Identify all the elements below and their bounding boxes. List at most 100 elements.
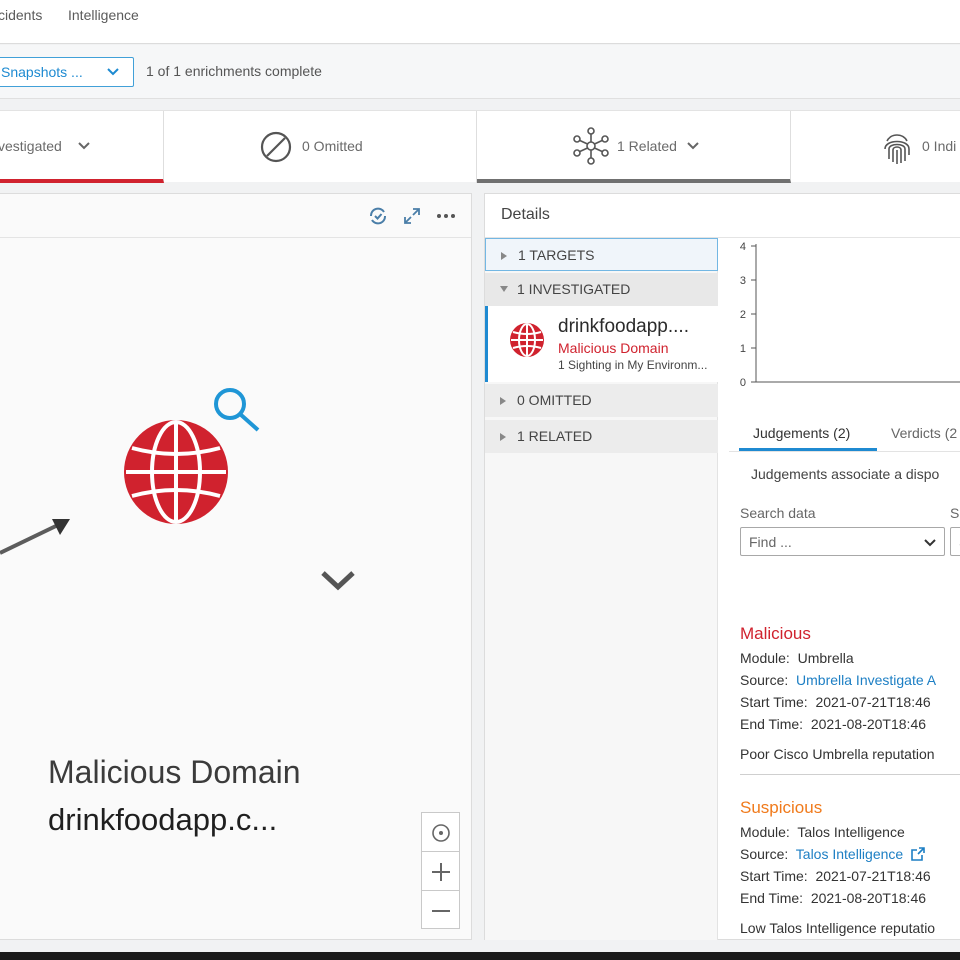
zoom-in-button[interactable] — [422, 852, 459, 891]
observable-name: drinkfoodapp.... — [558, 316, 689, 337]
chart-y-tick-label: 4 — [740, 241, 746, 253]
verdict-label: Malicious — [740, 624, 811, 643]
chart-y-tick-label: 2 — [740, 309, 746, 321]
nav-link-incidents[interactable]: cidents — [0, 7, 42, 23]
plus-icon — [432, 863, 450, 881]
caret-down-icon — [500, 286, 508, 292]
observable-sightings: 1 Sighting in My Environm... — [558, 358, 708, 372]
tree-row-investigated[interactable]: 1 INVESTIGATED — [485, 273, 718, 306]
chart-y-tick-label: 1 — [740, 343, 746, 355]
tab-omitted-label: 0 Omitted — [302, 138, 363, 154]
graph-panel: Malicious Domain drinkfoodapp.c... — [0, 193, 472, 940]
find-placeholder: Find ... — [749, 534, 792, 550]
module-value: Umbrella — [797, 650, 854, 666]
source-label: Source: — [740, 846, 789, 862]
chevron-down-icon — [924, 539, 936, 547]
minus-icon — [432, 910, 450, 912]
module-line: Module: Umbrella — [740, 650, 960, 666]
node-type-label: Malicious Domain — [48, 754, 301, 790]
search-data-label: Search data — [740, 505, 816, 521]
end-time-line: End Time: 2021-08-20T18:46 — [740, 890, 960, 906]
investigation-toolbar: Snapshots ... 1 of 1 enrichments complet… — [0, 45, 960, 99]
zoom-controls — [421, 812, 460, 929]
start-time-line: Start Time: 2021-07-21T18:46 — [740, 694, 960, 710]
start-label: Start Time: — [740, 868, 808, 884]
tree-row-related[interactable]: 1 RELATED — [485, 420, 718, 453]
start-time-line: Start Time: 2021-07-21T18:46 — [740, 868, 960, 884]
details-title: Details — [501, 206, 550, 223]
source-link[interactable]: Talos Intelligence — [796, 846, 903, 862]
snapshots-label: Snapshots ... — [1, 64, 83, 80]
tab-investigated[interactable]: vestigated — [0, 111, 164, 183]
end-value: 2021-08-20T18:46 — [810, 890, 927, 906]
globe-icon — [510, 323, 544, 357]
external-link-icon[interactable] — [911, 847, 925, 861]
expand-icon[interactable] — [402, 206, 422, 226]
tab-related[interactable]: 1 Related — [477, 111, 791, 183]
chevron-down-icon[interactable] — [320, 569, 356, 593]
target-icon — [432, 824, 450, 842]
details-panel: Details 1 TARGETS 1 INVESTIGATED drinkfo… — [484, 193, 960, 940]
source-label: Source: — [740, 672, 789, 688]
end-value: 2021-08-20T18:46 — [810, 716, 927, 732]
chevron-down-icon — [687, 142, 699, 150]
divider — [740, 774, 960, 775]
more-options-icon[interactable] — [436, 206, 456, 226]
end-time-line: End Time: 2021-08-20T18:46 — [740, 716, 960, 732]
tree-label: 0 OMITTED — [517, 392, 592, 408]
observable-type: Malicious Domain — [558, 340, 669, 356]
caret-right-icon — [501, 252, 507, 260]
chart-y-tick-label: 3 — [740, 275, 746, 287]
end-label: End Time: — [740, 890, 804, 906]
source-line: Source: Umbrella Investigate A — [740, 672, 960, 688]
zoom-reset-button[interactable] — [422, 813, 459, 852]
nav-link-intelligence[interactable]: Intelligence — [68, 7, 139, 23]
module-line: Module: Talos Intelligence — [740, 824, 960, 840]
end-label: End Time: — [740, 716, 804, 732]
secondary-dropdown[interactable]: S — [950, 527, 960, 556]
module-label: Module: — [740, 824, 790, 840]
details-header: Details — [485, 194, 960, 238]
chevron-down-icon — [107, 68, 119, 76]
details-subtabs: Judgements (2) Verdicts (2 — [729, 418, 960, 452]
observable-tree: 1 TARGETS 1 INVESTIGATED drinkfoodapp...… — [485, 238, 718, 940]
judgements-description: Judgements associate a dispo — [751, 466, 940, 482]
tab-judgements[interactable]: Judgements (2) — [753, 425, 850, 441]
refresh-check-icon[interactable] — [368, 206, 388, 226]
tree-label: 1 TARGETS — [518, 247, 595, 263]
graph-toolbar — [0, 194, 471, 238]
observable-card[interactable]: drinkfoodapp.... Malicious Domain 1 Sigh… — [485, 306, 718, 382]
module-value: Talos Intelligence — [797, 824, 905, 840]
tab-indicators[interactable]: 0 Indi — [791, 111, 960, 183]
find-dropdown[interactable]: Find ... — [740, 527, 945, 556]
verdict-label: Suspicious — [740, 798, 823, 817]
start-value: 2021-07-21T18:46 — [815, 694, 931, 710]
bottom-edge — [0, 952, 960, 960]
sightings-chart: 4 3 2 1 0 — [740, 241, 960, 388]
tab-omitted[interactable]: 0 Omitted — [164, 111, 477, 183]
graph-edge-arrow — [0, 519, 70, 555]
fingerprint-icon — [884, 134, 910, 164]
source-line: Source: Talos Intelligence — [740, 846, 960, 862]
zoom-out-button[interactable] — [422, 891, 459, 930]
enrichment-status: 1 of 1 enrichments complete — [146, 63, 322, 79]
active-tab-underline — [739, 448, 877, 451]
source-link[interactable]: Umbrella Investigate A — [796, 672, 936, 688]
tab-indicators-label: 0 Indi — [922, 138, 957, 154]
top-nav: cidents Intelligence — [0, 0, 960, 44]
judgement-note: Poor Cisco Umbrella reputation — [740, 746, 935, 762]
tab-related-label: 1 Related — [617, 138, 677, 154]
start-label: Start Time: — [740, 694, 808, 710]
start-value: 2021-07-21T18:46 — [815, 868, 931, 884]
details-content: 4 3 2 1 0 Judgements (2) Verdicts (2 Judgeme… — [729, 238, 960, 940]
related-network-icon — [573, 127, 609, 165]
snapshots-dropdown[interactable]: Snapshots ... — [0, 57, 134, 87]
tab-verdicts[interactable]: Verdicts (2 — [891, 425, 957, 441]
tree-row-targets[interactable]: 1 TARGETS — [485, 238, 718, 271]
judgement-item: Malicious Module: Umbrella Source: Umbre… — [740, 624, 960, 775]
judgement-item: Suspicious Module: Talos Intelligence So… — [740, 798, 960, 940]
tree-row-omitted[interactable]: 0 OMITTED — [485, 384, 718, 417]
caret-right-icon — [500, 397, 506, 405]
node-name-label: drinkfoodapp.c... — [48, 802, 278, 837]
judgement-note: Low Talos Intelligence reputatio — [740, 920, 936, 936]
